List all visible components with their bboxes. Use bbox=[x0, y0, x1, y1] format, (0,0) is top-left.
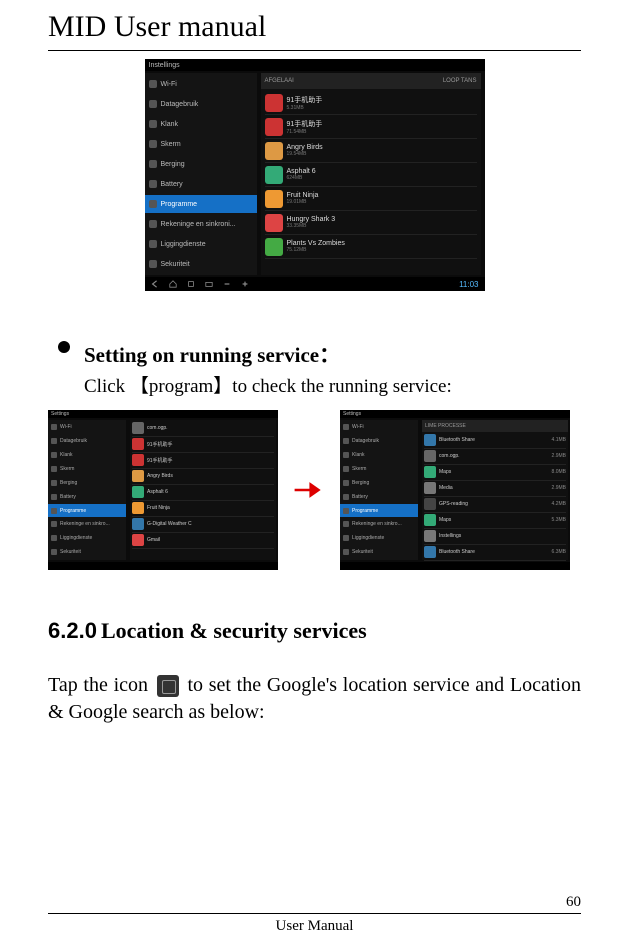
list-item: Bluetooth Share6.3MB bbox=[424, 545, 566, 561]
app-row: Fruit Ninja19.01MB bbox=[265, 187, 477, 211]
sidebar-item: Datagebruik bbox=[340, 435, 418, 448]
section-title: Location & security services bbox=[101, 618, 367, 643]
sidebar-item: Liggingdienste bbox=[48, 532, 126, 545]
tab-downloaded: AFGELAAI bbox=[265, 78, 294, 84]
screenshot-pair: Settings Wi-FiDatagebruikKlankSkermBergi… bbox=[48, 410, 581, 570]
list-item: Instellings bbox=[424, 529, 566, 545]
app-row: Angry Birds19.54MB bbox=[265, 139, 477, 163]
list-item: Bluetooth Share4.1MB bbox=[424, 433, 566, 449]
list-item: Angry Birds bbox=[132, 469, 274, 485]
list-item: 91手机助手 bbox=[132, 437, 274, 453]
app-row: Asphalt 6624MB bbox=[265, 163, 477, 187]
list-item: Gmail bbox=[132, 533, 274, 549]
sidebar-item: Berging bbox=[145, 155, 257, 173]
app-row: Plants Vs Zombies75.12MB bbox=[265, 235, 477, 259]
sidebar-item: Wi-Fi bbox=[145, 75, 257, 93]
screenshot-running-services: Settings Wi-FiDatagebruikKlankSkermBergi… bbox=[340, 410, 570, 570]
section-number: 6.2.0 bbox=[48, 618, 97, 643]
list-item: Fruit Ninja bbox=[132, 501, 274, 517]
bullet-icon bbox=[58, 341, 70, 353]
footer-rule bbox=[48, 913, 581, 914]
footer: 60 User Manual bbox=[48, 894, 581, 935]
list-item: Media2.9MB bbox=[424, 481, 566, 497]
sidebar-item: Sekuriteit bbox=[48, 546, 126, 559]
sidebar-item: Rekeninge en sinkro... bbox=[48, 518, 126, 531]
list-item: G-Digital Weather C bbox=[132, 517, 274, 533]
sidebar-item: Skerm bbox=[340, 462, 418, 475]
list-item: GPS-reading4.2MB bbox=[424, 497, 566, 513]
sidebar-item: Liggingdienste bbox=[145, 235, 257, 253]
screenshot-apps-list: Settings Wi-FiDatagebruikKlankSkermBergi… bbox=[48, 410, 278, 570]
sidebar-item: Wi-Fi bbox=[340, 421, 418, 434]
bullet-desc: Click 【program】to check the running serv… bbox=[84, 375, 581, 400]
list-item: Maps8.0MB bbox=[424, 465, 566, 481]
recent-icon bbox=[187, 280, 195, 288]
settings-icon bbox=[157, 675, 179, 697]
list-item: Asphalt 6 bbox=[132, 485, 274, 501]
list-item: com.ogp. bbox=[132, 421, 274, 437]
sidebar-item: Datagebruik bbox=[48, 435, 126, 448]
list-item: com.ogp.2.9MB bbox=[424, 449, 566, 465]
sidebar-item: Skerm bbox=[48, 462, 126, 475]
sidebar-item: Programme bbox=[48, 504, 126, 517]
app-row: Hungry Shark 333.35MB bbox=[265, 211, 477, 235]
sidebar-item: Rekeninge en sinkro... bbox=[340, 518, 418, 531]
sidebar-item: Programme bbox=[145, 195, 257, 213]
window-title: Instellings bbox=[149, 62, 180, 69]
sidebar-item: Battery bbox=[340, 490, 418, 503]
sidebar-item: Klank bbox=[145, 115, 257, 133]
app-row: 91手机助手71.54MB bbox=[265, 115, 477, 139]
sidebar-item: Skerm bbox=[145, 135, 257, 153]
clock-text: 11:03 bbox=[459, 280, 478, 289]
sidebar-item: Sekuriteit bbox=[145, 255, 257, 273]
sidebar-item: Berging bbox=[340, 476, 418, 489]
list-item: 91手机助手 bbox=[132, 453, 274, 469]
list-item: Maps5.3MB bbox=[424, 513, 566, 529]
back-icon bbox=[151, 280, 159, 288]
header-rule bbox=[48, 50, 581, 51]
page-number: 60 bbox=[48, 894, 581, 911]
sidebar-item: Liggingdienste bbox=[340, 532, 418, 545]
section-heading: 6.2.0Location & security services bbox=[48, 618, 581, 644]
sidebar-item: Battery bbox=[145, 175, 257, 193]
body-paragraph: Tap the icon to set the Google's locatio… bbox=[48, 672, 581, 726]
volup-icon bbox=[241, 280, 249, 288]
sidebar-item: Datagebruik bbox=[145, 95, 257, 113]
screenshot-apps-downloaded: Instellings Wi-Fi Datagebruik Klank Skerm Be… bbox=[145, 59, 485, 291]
sidebar-item: Wi-Fi bbox=[48, 421, 126, 434]
app-row: 91手机助手5.31MB bbox=[265, 91, 477, 115]
home-icon bbox=[169, 280, 177, 288]
sidebar-item: Klank bbox=[48, 449, 126, 462]
tab-running: LOOP TANS bbox=[443, 78, 477, 84]
bullet-title: Setting on running service： bbox=[84, 339, 581, 369]
page-title: MID User manual bbox=[48, 10, 581, 44]
sidebar-item: Battery bbox=[48, 490, 126, 503]
sidebar-item: Berging bbox=[48, 476, 126, 489]
sidebar-item: Sekuriteit bbox=[340, 546, 418, 559]
sidebar-item: Klank bbox=[340, 449, 418, 462]
voldown-icon bbox=[223, 280, 231, 288]
footer-label: User Manual bbox=[48, 918, 581, 935]
arrow-right-icon bbox=[284, 480, 334, 500]
sidebar-item: Programme bbox=[340, 504, 418, 517]
screenshot-icon bbox=[205, 280, 213, 288]
sidebar-item: Rekeninge en sinkroni... bbox=[145, 215, 257, 233]
bullet-section: Setting on running service： Click 【progr… bbox=[48, 339, 581, 400]
